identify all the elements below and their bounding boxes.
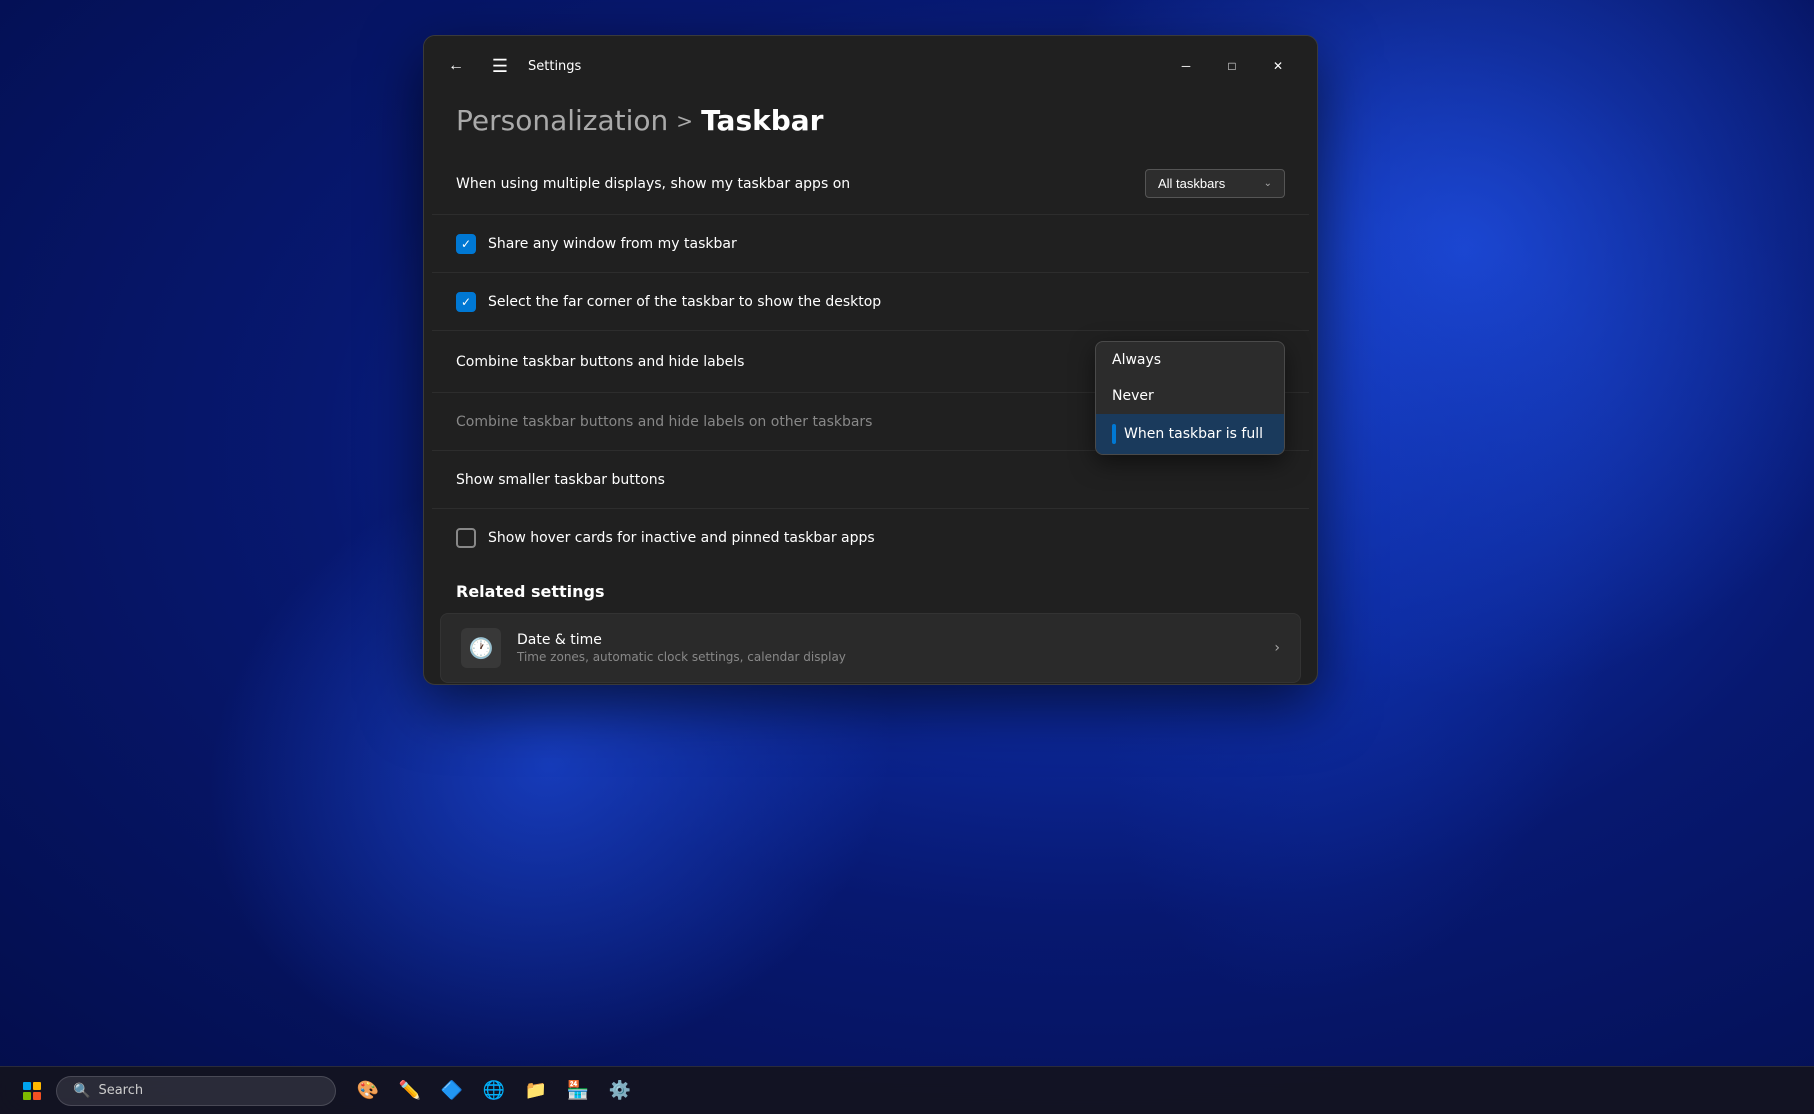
taskbar-icon-store[interactable]: 🏪: [558, 1071, 598, 1111]
breadcrumb-parent[interactable]: Personalization: [456, 104, 668, 137]
date-time-title: Date & time: [517, 632, 1258, 648]
multiple-displays-row: When using multiple displays, show my ta…: [432, 153, 1309, 214]
title-bar: ← ☰ Settings ─ □ ✕: [424, 36, 1317, 96]
dropdown-item-when-full-label: When taskbar is full: [1124, 426, 1263, 442]
multiple-displays-chevron-icon: ⌄: [1264, 178, 1272, 189]
smaller-buttons-label: Show smaller taskbar buttons: [456, 472, 1285, 488]
breadcrumb: Personalization > Taskbar: [456, 104, 1285, 137]
close-button[interactable]: ✕: [1255, 50, 1301, 82]
taskbar-icon-pencil[interactable]: ✏️: [390, 1071, 430, 1111]
windows-logo-icon: [23, 1082, 41, 1100]
date-time-subtitle: Time zones, automatic clock settings, ca…: [517, 650, 1258, 664]
breadcrumb-separator: >: [676, 109, 693, 133]
title-bar-controls: ─ □ ✕: [1163, 50, 1301, 82]
content-area[interactable]: When using multiple displays, show my ta…: [424, 153, 1317, 684]
date-time-icon: 🕐: [461, 628, 501, 668]
hover-cards-label: Show hover cards for inactive and pinned…: [488, 530, 875, 546]
combine-row: Combine taskbar buttons and hide labels …: [432, 330, 1309, 392]
search-text: Search: [98, 1083, 143, 1098]
date-time-icon-symbol: 🕐: [469, 636, 494, 660]
taskbar-icon-paint[interactable]: 🎨: [348, 1071, 388, 1111]
dropdown-item-always-label: Always: [1112, 352, 1161, 368]
share-window-row: ✓ Share any window from my taskbar: [432, 214, 1309, 272]
back-button[interactable]: ←: [440, 50, 472, 82]
search-icon: 🔍: [73, 1083, 90, 1099]
hover-cards-wrapper: Show hover cards for inactive and pinned…: [456, 528, 875, 548]
taskbar-icon-settings[interactable]: ⚙️: [600, 1071, 640, 1111]
share-window-check-icon: ✓: [461, 237, 471, 251]
dropdown-selected-indicator: [1112, 424, 1116, 444]
far-corner-label: Select the far corner of the taskbar to …: [488, 294, 881, 310]
date-time-text: Date & time Time zones, automatic clock …: [517, 632, 1258, 664]
date-time-chevron-icon: ›: [1274, 640, 1280, 656]
related-settings-header: Related settings: [432, 566, 1309, 609]
far-corner-wrapper: ✓ Select the far corner of the taskbar t…: [456, 292, 881, 312]
dropdown-item-never[interactable]: Never: [1096, 378, 1284, 414]
taskbar-icon-copilot[interactable]: 🔷: [432, 1071, 472, 1111]
hover-cards-row: Show hover cards for inactive and pinned…: [432, 508, 1309, 566]
breadcrumb-area: Personalization > Taskbar: [424, 96, 1317, 153]
hover-cards-checkbox[interactable]: [456, 528, 476, 548]
settings-window: ← ☰ Settings ─ □ ✕ Personalization > Tas…: [423, 35, 1318, 685]
multiple-displays-control: All taskbars ⌄: [1145, 169, 1285, 198]
maximize-button[interactable]: □: [1209, 50, 1255, 82]
dropdown-item-always[interactable]: Always: [1096, 342, 1284, 378]
share-window-checkbox[interactable]: ✓: [456, 234, 476, 254]
title-bar-left: ← ☰ Settings: [440, 50, 1163, 82]
taskbar-icons: 🎨 ✏️ 🔷 🌐 📁 🏪 ⚙️: [348, 1071, 640, 1111]
far-corner-row: ✓ Select the far corner of the taskbar t…: [432, 272, 1309, 330]
taskbar-icon-edge[interactable]: 🌐: [474, 1071, 514, 1111]
multiple-displays-dropdown[interactable]: All taskbars ⌄: [1145, 169, 1285, 198]
combine-label: Combine taskbar buttons and hide labels: [456, 354, 1145, 370]
smaller-buttons-row: Show smaller taskbar buttons: [432, 450, 1309, 508]
taskbar: 🔍 Search 🎨 ✏️ 🔷 🌐 📁 🏪 ⚙️: [0, 1066, 1814, 1114]
share-window-label: Share any window from my taskbar: [488, 236, 737, 252]
date-time-card[interactable]: 🕐 Date & time Time zones, automatic cloc…: [440, 613, 1301, 683]
search-bar[interactable]: 🔍 Search: [56, 1076, 336, 1106]
dropdown-item-never-label: Never: [1112, 388, 1154, 404]
minimize-button[interactable]: ─: [1163, 50, 1209, 82]
multiple-displays-label: When using multiple displays, show my ta…: [456, 176, 1145, 192]
combine-dropdown-menu: Always Never When taskbar is full: [1095, 341, 1285, 455]
window-title: Settings: [528, 59, 581, 74]
share-window-wrapper: ✓ Share any window from my taskbar: [456, 234, 737, 254]
taskbar-icon-explorer[interactable]: 📁: [516, 1071, 556, 1111]
multiple-displays-value: All taskbars: [1158, 176, 1225, 191]
hamburger-button[interactable]: ☰: [484, 50, 516, 82]
breadcrumb-current: Taskbar: [701, 104, 823, 137]
far-corner-checkbox[interactable]: ✓: [456, 292, 476, 312]
far-corner-check-icon: ✓: [461, 295, 471, 309]
dropdown-item-when-full[interactable]: When taskbar is full: [1096, 414, 1284, 454]
start-button[interactable]: [12, 1071, 52, 1111]
